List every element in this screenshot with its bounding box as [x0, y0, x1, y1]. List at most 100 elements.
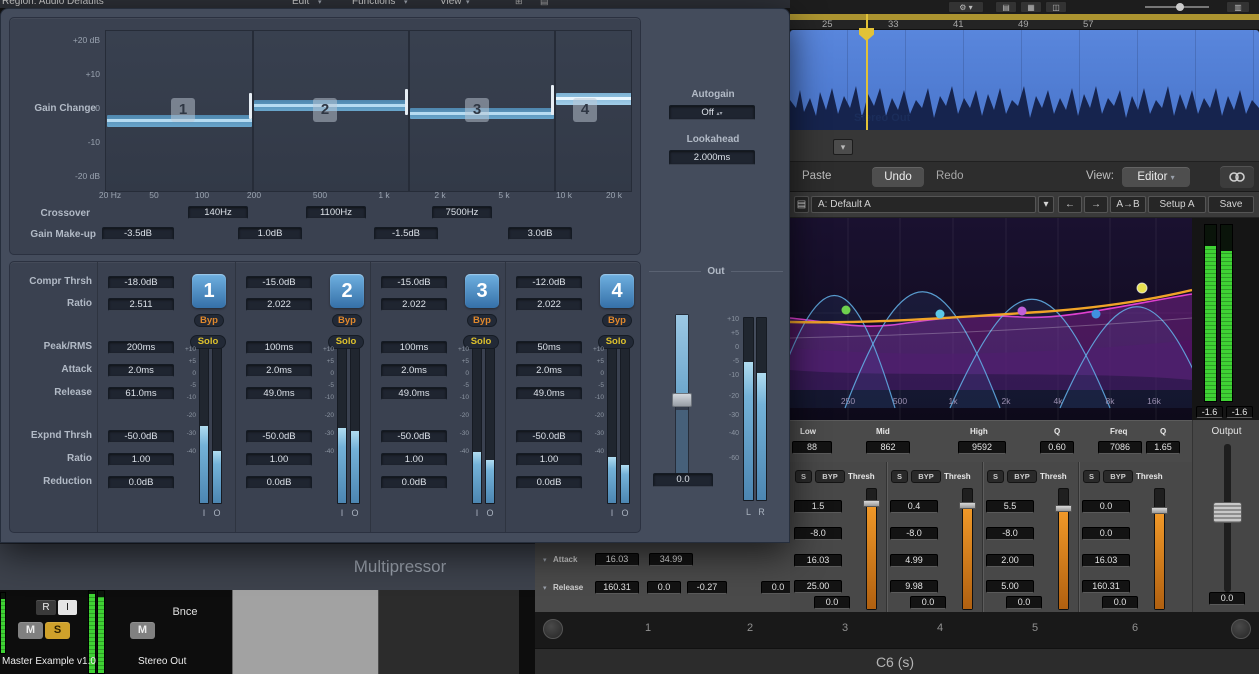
meter-value-left[interactable]: -1.6 [1196, 406, 1223, 418]
output-value[interactable]: 0.0 [1209, 592, 1245, 605]
link-button[interactable] [1220, 166, 1254, 188]
peak-rms-field[interactable]: 100ms [381, 341, 447, 354]
byp-button[interactable]: Byp [602, 314, 632, 327]
gain-makeup-field[interactable]: -3.5dB [102, 227, 174, 240]
band-header-value[interactable]: 0.60 [1040, 441, 1074, 454]
thresh-fader[interactable] [962, 488, 973, 610]
strip-solo-button[interactable]: S [795, 470, 812, 483]
stepper-arrows-icon[interactable]: ▴▾ [717, 111, 723, 117]
strip-value[interactable]: 0.0 [1082, 500, 1130, 513]
grid-icon[interactable]: ⊞ [515, 0, 523, 7]
reduction-field[interactable]: 0.0dB [246, 476, 312, 489]
menu-functions[interactable]: Functions [352, 0, 395, 7]
strip-value[interactable]: 0.4 [890, 500, 938, 513]
strip-value[interactable]: 160.31 [1082, 580, 1130, 593]
out-fader-track[interactable] [675, 314, 689, 486]
list-icon[interactable]: ▤ [540, 0, 549, 7]
lookahead-field[interactable]: 2.000ms [669, 150, 755, 165]
release-field[interactable]: 49.0ms [246, 387, 312, 400]
expand-thresh-field[interactable]: -50.0dB [108, 430, 174, 443]
reduction-field[interactable]: 0.0dB [108, 476, 174, 489]
zoom-tool-icon[interactable]: ▦ [1020, 1, 1042, 13]
preset-name-field[interactable]: A: Default A [811, 196, 1036, 213]
crossover-field[interactable]: 7500Hz [432, 206, 492, 219]
strip-bypass-button[interactable]: BYP [815, 470, 845, 483]
range-knob-left[interactable] [543, 619, 563, 639]
strip-gain-value[interactable]: 0.0 [1102, 596, 1138, 609]
band-number[interactable]: 1 [638, 622, 658, 634]
attack-field[interactable]: 2.0ms [516, 364, 582, 377]
release-value[interactable]: -0.27 [687, 581, 727, 594]
thresh-fader[interactable] [866, 488, 877, 610]
meter-value-right[interactable]: -1.6 [1226, 406, 1253, 418]
mute-button-2[interactable]: M [130, 622, 155, 639]
thresh-fader[interactable] [1154, 488, 1165, 610]
expand-thresh-field[interactable]: -50.0dB [381, 430, 447, 443]
audio-region[interactable]: Stereo Out [790, 30, 1259, 130]
paste-button[interactable]: Paste [802, 170, 831, 182]
tool-icon[interactable]: ▤ [995, 1, 1017, 13]
preset-menu-icon[interactable]: ▤ [794, 196, 809, 213]
band-number[interactable]: 5 [1025, 622, 1045, 634]
solo-button[interactable]: S [45, 622, 70, 639]
gain-makeup-field[interactable]: 3.0dB [508, 227, 572, 240]
band-number[interactable]: 6 [1125, 622, 1145, 634]
ratio-field[interactable]: 2.022 [516, 298, 582, 311]
strip-gain-value[interactable]: 0.0 [910, 596, 946, 609]
attack-value[interactable]: 16.03 [595, 553, 639, 566]
strip-gain-value[interactable]: 0.0 [814, 596, 850, 609]
undo-button[interactable]: Undo [872, 167, 924, 187]
byp-button[interactable]: Byp [332, 314, 362, 327]
strip-solo-button[interactable]: S [891, 470, 908, 483]
volume-slider-thumb[interactable] [1176, 3, 1184, 11]
release-value[interactable]: 0.0 [761, 581, 790, 594]
strip-value[interactable]: 0.0 [1082, 527, 1130, 540]
strip-bypass-button[interactable]: BYP [1103, 470, 1133, 483]
redo-button[interactable]: Redo [936, 170, 964, 182]
attack-value[interactable]: 34.99 [649, 553, 693, 566]
peak-rms-field[interactable]: 50ms [516, 341, 582, 354]
ratio-field[interactable]: 2.022 [246, 298, 312, 311]
band-number[interactable]: 4 [930, 622, 950, 634]
expand-thresh-field[interactable]: -50.0dB [246, 430, 312, 443]
compr-thresh-field[interactable]: -15.0dB [381, 276, 447, 289]
release-value[interactable]: 160.31 [595, 581, 639, 594]
strip-value[interactable]: 5.5 [986, 500, 1034, 513]
band-number[interactable]: 3 [835, 622, 855, 634]
strip-value[interactable]: 16.03 [1082, 554, 1130, 567]
strip-value[interactable]: -8.0 [794, 527, 842, 540]
release-field[interactable]: 61.0ms [108, 387, 174, 400]
expand-ratio-field[interactable]: 1.00 [246, 453, 312, 466]
track-name-2[interactable]: Stereo Out [138, 656, 186, 667]
crossover-field[interactable]: 140Hz [188, 206, 248, 219]
ratio-field[interactable]: 2.511 [108, 298, 174, 311]
autogain-select[interactable]: Off ▴▾ [669, 105, 755, 120]
strip-value[interactable]: 16.03 [794, 554, 842, 567]
mute-button[interactable]: M [18, 622, 43, 639]
attack-field[interactable]: 2.0ms [108, 364, 174, 377]
setup-a-button[interactable]: Setup A [1148, 196, 1206, 213]
crossover-field[interactable]: 1100Hz [306, 206, 366, 219]
release-field[interactable]: 49.0ms [516, 387, 582, 400]
reduction-field[interactable]: 0.0dB [516, 476, 582, 489]
band-header-value[interactable]: 7086 [1098, 441, 1142, 454]
strip-value[interactable]: 2.00 [986, 554, 1034, 567]
crossover-handle[interactable] [405, 89, 408, 115]
strip-bypass-button[interactable]: BYP [911, 470, 941, 483]
strip-value[interactable]: 5.00 [986, 580, 1034, 593]
ratio-field[interactable]: 2.022 [381, 298, 447, 311]
timeline-ruler[interactable]: 25 33 41 49 57 [790, 14, 1259, 30]
strip-value[interactable]: 25.00 [794, 580, 842, 593]
band-header-value[interactable]: 862 [866, 441, 910, 454]
crossover-handle[interactable] [249, 93, 252, 119]
strip-value[interactable]: -8.0 [890, 527, 938, 540]
strip-value[interactable]: 9.98 [890, 580, 938, 593]
peak-rms-field[interactable]: 200ms [108, 341, 174, 354]
strip-value[interactable]: 1.5 [794, 500, 842, 513]
band-header-value[interactable]: 1.65 [1146, 441, 1180, 454]
gain-graph[interactable]: 1 2 3 4 [105, 30, 632, 192]
thresh-fader[interactable] [1058, 488, 1069, 610]
preset-dropdown[interactable]: ▾ [1038, 196, 1054, 213]
expand-ratio-field[interactable]: 1.00 [516, 453, 582, 466]
compr-thresh-field[interactable]: -15.0dB [246, 276, 312, 289]
